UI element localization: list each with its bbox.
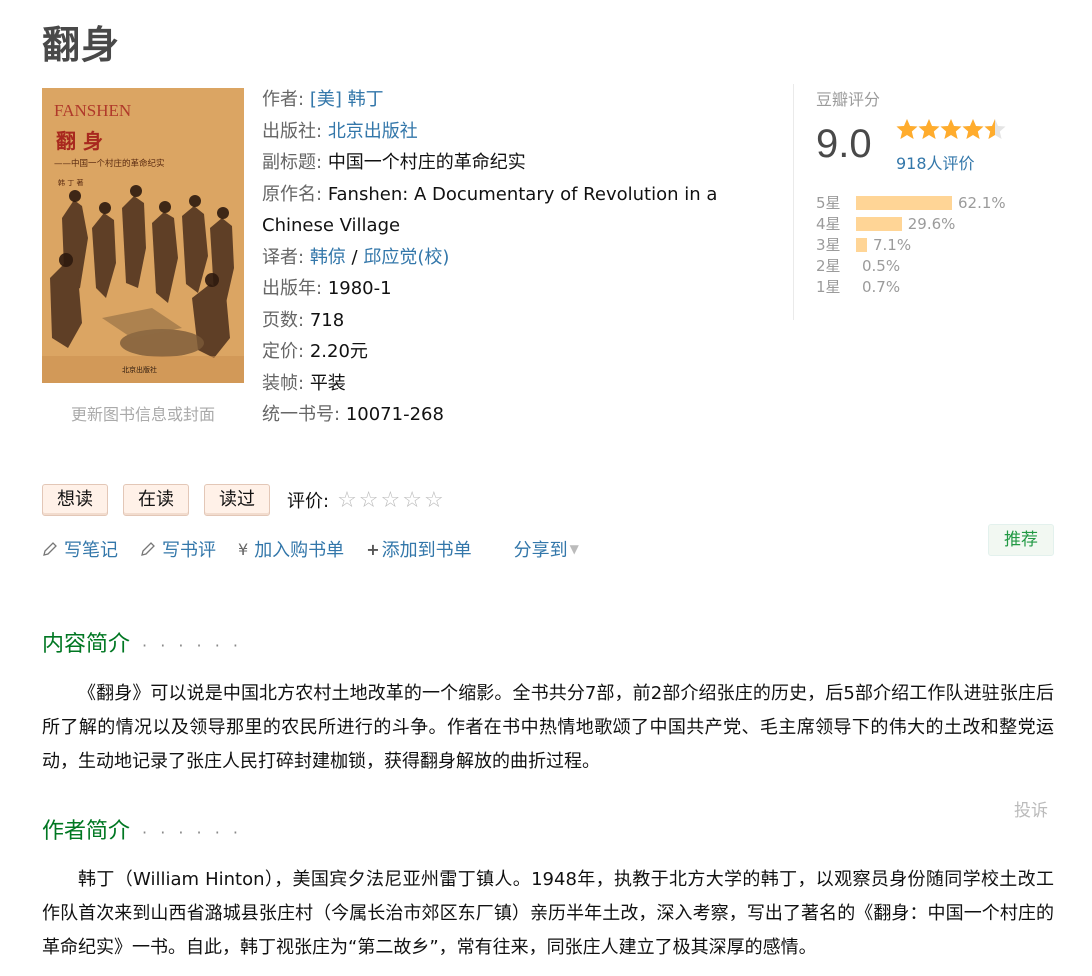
price-label: 定价: (262, 341, 305, 362)
rating-bar-percent: 7.1% (872, 235, 912, 254)
info-isbn: 统一书号: 10071-268 (262, 399, 732, 431)
rate-stars-input[interactable]: ☆☆☆☆☆ (337, 488, 446, 513)
rating-bar-row: 4星 29.6% (816, 213, 1056, 234)
original-title-value: Fanshen: A Documentary of Revolution in … (262, 183, 718, 237)
publisher-link[interactable]: 北京出版社 (328, 121, 418, 142)
rating-bar-row: 3星 7.1% (816, 234, 1056, 255)
rating-bar-label: 1星 (816, 278, 841, 296)
info-publisher: 出版社: 北京出版社 (262, 116, 732, 148)
reading-button[interactable]: 在读 (123, 484, 189, 516)
page-title: 翻身 (42, 23, 121, 67)
rating-bar-row: 1星 0.7% (816, 276, 1056, 297)
info-pages: 页数: 718 (262, 305, 732, 337)
add-to-list-link[interactable]: + 添加到书单 (366, 536, 471, 562)
info-year: 出版年: 1980-1 (262, 273, 732, 305)
rating-bar-fill (856, 237, 867, 252)
rating-bar-label: 3星 (816, 236, 841, 254)
update-info-link[interactable]: 更新图书信息或封面 (42, 401, 244, 425)
have-read-button[interactable]: 读过 (204, 484, 270, 516)
isbn-label: 统一书号: (262, 404, 341, 425)
author-intro-heading-text: 作者简介 (42, 819, 131, 844)
translator-separator: / (351, 246, 358, 268)
original-title-label: 原作名: (262, 183, 323, 205)
year-value: 1980-1 (327, 278, 392, 299)
cover-subtitle: ——中国一个村庄的革命纪实 (54, 158, 165, 169)
info-author: 作者: [美] 韩丁 (262, 84, 732, 116)
pages-value: 718 (309, 309, 345, 331)
translator-link-1[interactable]: 韩倞 (310, 247, 346, 268)
rating-bar-fill (856, 195, 952, 210)
intro-heading: 内容简介 · · · · · · (42, 626, 242, 658)
rating-label: 豆瓣评分 (816, 90, 881, 109)
translator-label: 译者: (262, 246, 305, 268)
rating-bar-fill (856, 216, 902, 231)
rating-bar-percent: 62.1% (958, 193, 1006, 212)
subtitle-label: 副标题: (262, 152, 323, 173)
info-binding: 装帧: 平装 (262, 368, 732, 400)
share-label: 分享到 (513, 540, 568, 561)
add-to-cart-label: 加入购书单 (254, 540, 345, 561)
status-buttons: 想读 在读 读过 评价: ☆☆☆☆☆ (42, 484, 446, 516)
rating-distribution: 5星 62.1% 4星 29.6% 3星 7.1% 2星 0.5% 1星 0.7% (816, 192, 1056, 297)
rating-bar-label: 2星 (816, 257, 841, 275)
book-cover[interactable]: FANSHEN 翻 身 ——中国一个村庄的革命纪实 韩 丁 著 北京出版社 (42, 88, 244, 383)
share-dropdown[interactable]: 分享到 ▼ (514, 536, 579, 562)
add-to-cart-link[interactable]: ¥ 加入购书单 (238, 536, 344, 562)
author-label: 作者: (262, 89, 305, 110)
publisher-label: 出版社: (262, 120, 323, 142)
binding-label: 装帧: (262, 372, 305, 394)
rating-votes-link[interactable]: 918人评价 (896, 150, 975, 174)
pencil-icon (141, 542, 155, 556)
write-note-label: 写笔记 (64, 540, 118, 561)
binding-value: 平装 (309, 372, 346, 394)
report-link[interactable]: 投诉 (1014, 796, 1048, 821)
info-subtitle: 副标题: 中国一个村庄的革命纪实 (262, 147, 732, 179)
info-price: 定价: 2.20元 (262, 336, 732, 368)
add-to-list-label: 添加到书单 (381, 540, 472, 561)
rating-bar-label: 4星 (816, 215, 841, 233)
author-link[interactable]: [美] 韩丁 (310, 89, 384, 110)
cover-big-title: 翻 身 (56, 129, 103, 153)
rate-label: 评价: (287, 491, 330, 512)
recommend-button[interactable]: 推荐 (988, 524, 1054, 556)
intro-heading-dots: · · · · · · (142, 635, 242, 655)
action-links: 写笔记 写书评 ¥ 加入购书单 + 添加到书单 分享到 ▼ (42, 536, 579, 562)
want-to-read-button[interactable]: 想读 (42, 484, 108, 516)
cover-illustration: FANSHEN 翻 身 ——中国一个村庄的革命纪实 韩 丁 著 北京出版社 (42, 88, 244, 383)
price-value: 2.20元 (309, 341, 368, 362)
author-intro-heading: 作者简介 · · · · · · (42, 813, 242, 845)
author-intro-text: 韩丁（William Hinton），美国宾夕法尼亚州雷丁镇人。1948年，执教… (42, 869, 1054, 958)
plus-icon: + (366, 539, 380, 559)
write-note-link[interactable]: 写笔记 (42, 536, 118, 562)
write-review-label: 写书评 (162, 540, 216, 561)
year-label: 出版年: (262, 278, 323, 299)
subtitle-value: 中国一个村庄的革命纪实 (327, 152, 526, 173)
chevron-down-icon: ▼ (569, 542, 579, 556)
rating-bar-percent: 0.5% (862, 256, 901, 275)
intro-text: 《翻身》可以说是中国北方农村土地改革的一个缩影。全书共分7部，前2部介绍张庄的历… (42, 683, 1054, 772)
cover-author-line: 韩 丁 著 (58, 178, 83, 187)
info-translator: 译者: 韩倞 / 邱应觉(校) (262, 242, 732, 274)
book-info: 作者: [美] 韩丁 出版社: 北京出版社 副标题: 中国一个村庄的革命纪实 原… (262, 84, 732, 431)
isbn-value: 10071-268 (345, 404, 444, 425)
author-intro-heading-dots: · · · · · · (142, 822, 242, 842)
cover-top-text: FANSHEN (54, 101, 131, 120)
rating-bar-row: 2星 0.5% (816, 255, 1056, 276)
rating-score: 9.0 (816, 122, 872, 166)
rating-bar-percent: 29.6% (907, 214, 956, 233)
write-review-link[interactable]: 写书评 (140, 536, 216, 562)
rating-bar-row: 5星 62.1% (816, 192, 1056, 213)
rating-bar-percent: 0.7% (862, 277, 901, 296)
info-original-title: 原作名: Fanshen: A Documentary of Revolutio… (262, 179, 732, 242)
intro-heading-text: 内容简介 (42, 632, 131, 657)
pencil-icon (43, 542, 57, 556)
cover-publisher-line: 北京出版社 (122, 365, 157, 374)
translator-link-2[interactable]: 邱应觉(校) (363, 247, 449, 268)
yen-icon: ¥ (238, 539, 249, 559)
rating-bar-label: 5星 (816, 194, 841, 212)
pages-label: 页数: (262, 309, 305, 331)
rating-stars-icon (896, 119, 1006, 139)
rating-panel: 豆瓣评分 9.0 918人评价 5星 62.1% 4星 29.6% 3星 7.1% 2星 0.… (793, 84, 1053, 320)
